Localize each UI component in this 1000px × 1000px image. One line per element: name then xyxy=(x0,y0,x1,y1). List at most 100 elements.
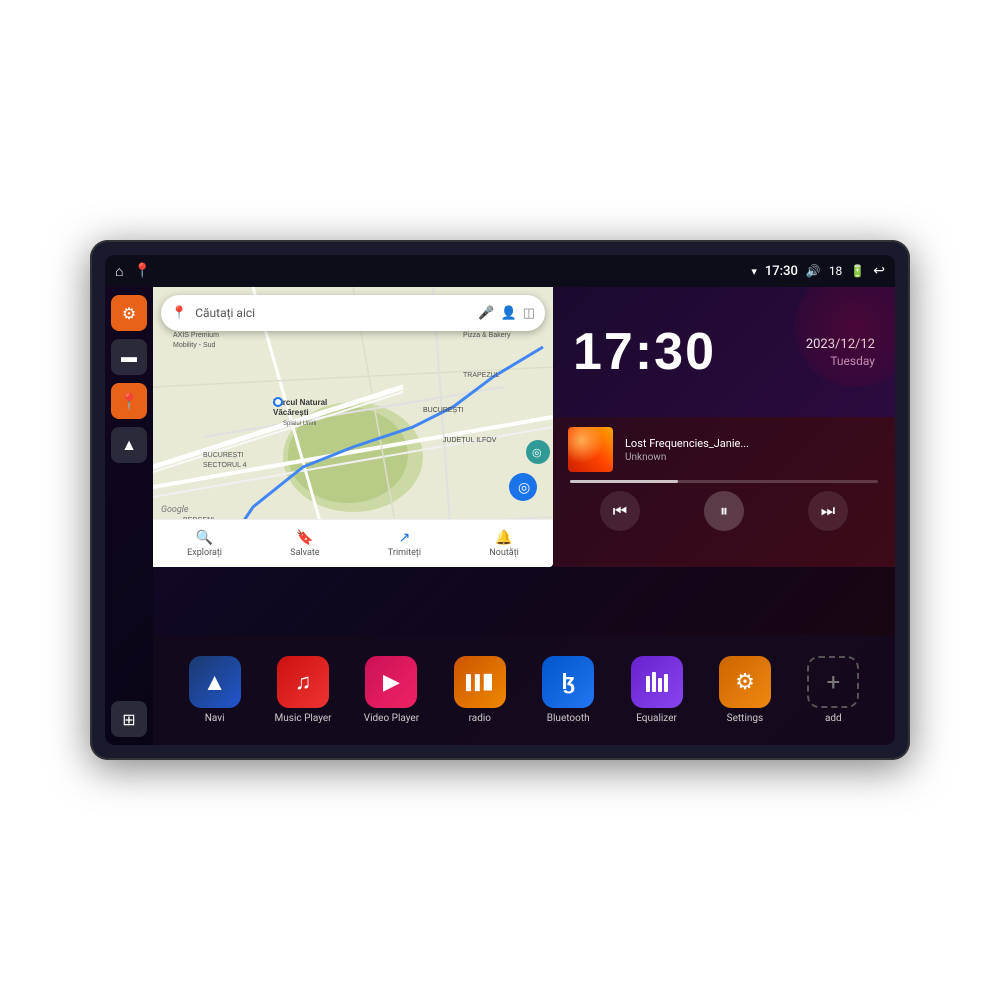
svg-text:◎: ◎ xyxy=(518,479,530,495)
prev-track-button[interactable]: ⏮ xyxy=(600,491,640,531)
mic-icon[interactable]: 🎤 xyxy=(478,306,494,321)
right-panel: 17:30 2023/12/12 Tuesday Lost Freque xyxy=(553,287,895,567)
bluetooth-label: Bluetooth xyxy=(547,713,590,724)
google-logo: Google xyxy=(161,505,189,515)
music-title: Lost Frequencies_Janie... xyxy=(625,437,880,450)
apps-row: ▲ Navi ♫ Music Player ▶ Video Player xyxy=(153,635,895,745)
radio-symbol: ▌▌▊ xyxy=(466,674,494,691)
map-explore-btn[interactable]: 🔍 Explorați xyxy=(187,530,222,558)
navi-icon: ▲ xyxy=(189,656,241,708)
music-progress-fill xyxy=(570,480,678,483)
clock-date-display: 2023/12/12 Tuesday xyxy=(806,337,875,368)
video-player-icon: ▶ xyxy=(365,656,417,708)
status-bar: ⌂ 📍 ▾ 17:30 🔊 18 🔋 ↩ xyxy=(105,255,895,287)
explore-icon: 🔍 xyxy=(196,530,213,546)
app-equalizer[interactable]: Equalizer xyxy=(622,656,692,724)
music-info: Lost Frequencies_Janie... Unknown xyxy=(568,427,880,472)
sidebar-btn-files[interactable]: ▬ xyxy=(111,339,147,375)
bluetooth-symbol: ɮ xyxy=(562,669,575,695)
explore-label: Explorați xyxy=(187,548,222,558)
battery-icon: 🔋 xyxy=(850,264,865,278)
send-label: Trimiteți xyxy=(388,548,421,558)
gear-icon: ⚙ xyxy=(122,304,136,323)
layers-icon[interactable]: ◫ xyxy=(523,306,535,321)
home-icon[interactable]: ⌂ xyxy=(115,263,123,280)
svg-text:Văcărești: Văcărești xyxy=(273,408,309,417)
equalizer-icon xyxy=(631,656,683,708)
nav-arrow-icon: ▲ xyxy=(121,435,137,455)
svg-text:AXIS Premium: AXIS Premium xyxy=(173,332,219,339)
app-settings[interactable]: ⚙ Settings xyxy=(710,656,780,724)
map-saved-btn[interactable]: 🔖 Salvate xyxy=(290,530,319,558)
saved-label: Salvate xyxy=(290,548,319,558)
album-art xyxy=(568,427,613,472)
volume-icon: 🔊 xyxy=(806,264,821,278)
main-content: ⚙ ▬ 📍 ▲ ⊞ xyxy=(105,287,895,745)
sidebar-btn-settings[interactable]: ⚙ xyxy=(111,295,147,331)
bluetooth-icon-bg: ɮ xyxy=(542,656,594,708)
svg-text:Mobility - Sud: Mobility - Sud xyxy=(173,342,216,349)
clock-date: 2023/12/12 xyxy=(806,337,875,352)
next-track-button[interactable]: ⏭ xyxy=(808,491,848,531)
sidebar-btn-navigation[interactable]: ▲ xyxy=(111,427,147,463)
equalizer-label: Equalizer xyxy=(636,713,677,724)
play-pause-button[interactable]: ⏸ xyxy=(704,491,744,531)
video-player-label: Video Player xyxy=(364,713,419,724)
navi-label: Navi xyxy=(205,713,225,724)
clock-time-display: 17:30 xyxy=(573,322,716,382)
grid-icon: ⊞ xyxy=(122,710,135,729)
clock-day: Tuesday xyxy=(806,354,875,368)
svg-text:Pizza & Bakery: Pizza & Bakery xyxy=(463,332,511,339)
app-video-player[interactable]: ▶ Video Player xyxy=(356,656,426,724)
app-bluetooth[interactable]: ɮ Bluetooth xyxy=(533,656,603,724)
album-art-inner xyxy=(568,427,613,472)
map-bottom-nav: 🔍 Explorați 🔖 Salvate ↗ Trimiteți 🔔 Nout… xyxy=(153,519,553,567)
map-area[interactable]: BUCUREȘTI SECTORUL 4 BUCUREȘTI JUDEȚUL I… xyxy=(153,287,553,567)
add-icon: + xyxy=(807,656,859,708)
status-bar-left: ⌂ 📍 xyxy=(115,263,151,280)
prev-icon: ⏮ xyxy=(613,501,627,521)
map-search-text: Căutați aici xyxy=(195,306,470,320)
map-news-btn[interactable]: 🔔 Noutăți xyxy=(489,530,519,558)
svg-text:JUDEȚUL ILFOV: JUDEȚUL ILFOV xyxy=(443,437,497,444)
music-symbol: ♫ xyxy=(295,669,312,695)
app-radio[interactable]: ▌▌▊ radio xyxy=(445,656,515,724)
status-bar-right: ▾ 17:30 🔊 18 🔋 ↩ xyxy=(751,263,885,279)
app-add[interactable]: + add xyxy=(798,656,868,724)
news-label: Noutăți xyxy=(489,548,519,558)
svg-text:◎: ◎ xyxy=(532,447,542,459)
music-player-label: Music Player xyxy=(275,713,332,724)
music-text: Lost Frequencies_Janie... Unknown xyxy=(625,437,880,463)
svg-text:SECTORUL 4: SECTORUL 4 xyxy=(203,462,247,469)
map-send-btn[interactable]: ↗ Trimiteți xyxy=(388,530,421,558)
map-search-bar[interactable]: 📍 Căutați aici 🎤 👤 ◫ xyxy=(161,295,545,331)
clock-time: 17:30 xyxy=(573,322,716,382)
music-controls: ⏮ ⏸ ⏭ xyxy=(568,491,880,531)
left-sidebar: ⚙ ▬ 📍 ▲ ⊞ xyxy=(105,287,153,745)
google-maps-icon: 📍 xyxy=(171,306,187,321)
music-progress-bar[interactable] xyxy=(570,480,878,483)
sidebar-btn-apps[interactable]: ⊞ xyxy=(111,701,147,737)
next-icon: ⏭ xyxy=(821,501,835,521)
map-pin-icon[interactable]: 📍 xyxy=(133,263,150,279)
sidebar-btn-location[interactable]: 📍 xyxy=(111,383,147,419)
status-time: 17:30 xyxy=(765,264,798,279)
settings-icon: ⚙ xyxy=(719,656,771,708)
clock-widget: 17:30 2023/12/12 Tuesday xyxy=(553,287,895,417)
saved-icon: 🔖 xyxy=(296,530,313,546)
app-navi[interactable]: ▲ Navi xyxy=(180,656,250,724)
equalizer-svg xyxy=(643,668,671,696)
files-icon: ▬ xyxy=(121,347,137,367)
back-icon[interactable]: ↩ xyxy=(873,263,885,279)
radio-label: radio xyxy=(469,713,491,724)
app-music-player[interactable]: ♫ Music Player xyxy=(268,656,338,724)
account-icon[interactable]: 👤 xyxy=(501,306,517,321)
play-pause-icon: ⏸ xyxy=(720,501,728,521)
settings-label: Settings xyxy=(727,713,764,724)
settings-symbol: ⚙ xyxy=(735,670,755,695)
svg-text:BUCUREȘTI: BUCUREȘTI xyxy=(423,407,464,414)
video-symbol: ▶ xyxy=(383,670,400,695)
navi-symbol: ▲ xyxy=(203,668,227,697)
music-artist: Unknown xyxy=(625,452,880,463)
news-icon: 🔔 xyxy=(495,530,512,546)
